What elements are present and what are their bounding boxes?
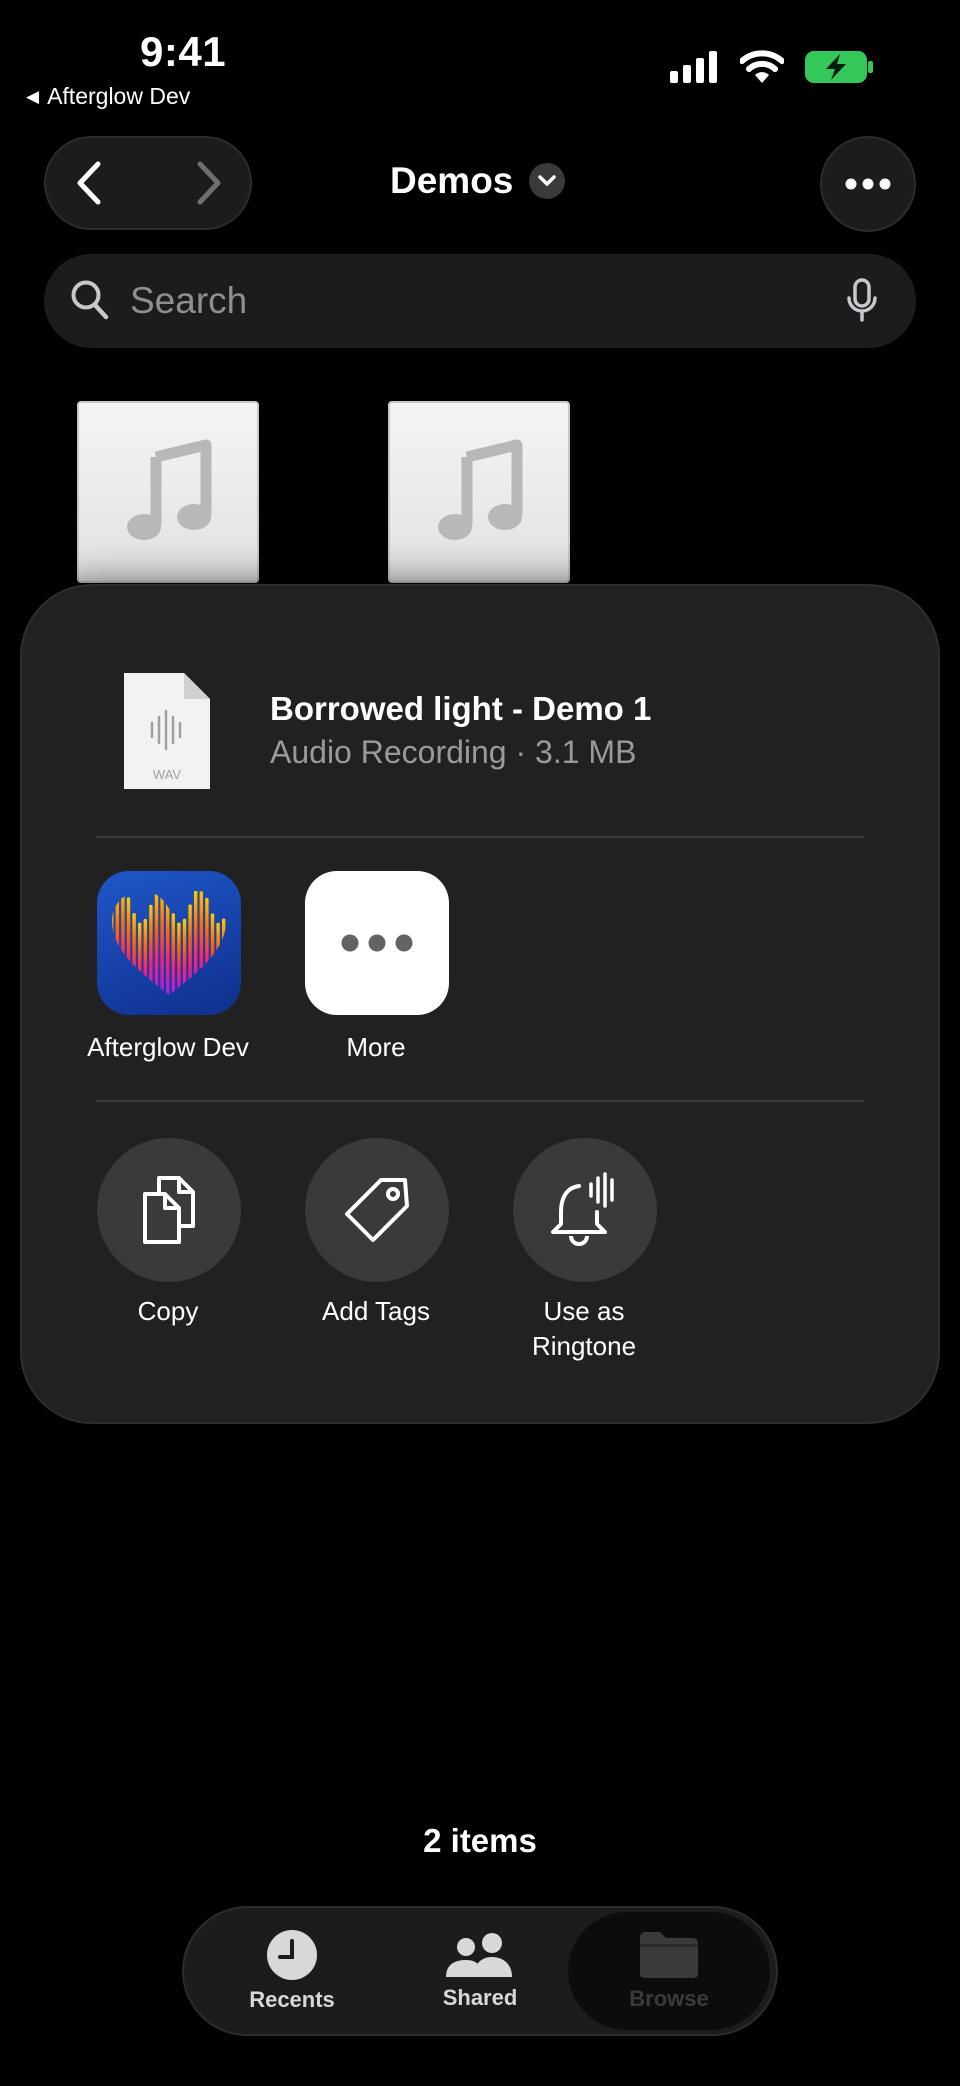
shared-file-meta: Audio Recording · 3.1 MB: [270, 734, 637, 770]
action-label: Copy: [137, 1296, 199, 1326]
add-tags-button[interactable]: [305, 1138, 449, 1282]
heart-bar: [188, 904, 192, 995]
heart-bar: [143, 918, 147, 995]
item-count: 2 items: [423, 1822, 537, 1859]
wifi-icon: [740, 50, 784, 83]
tab-label: Shared: [442, 1985, 518, 2010]
more-apps-button[interactable]: [305, 871, 449, 1015]
heart-bar: [222, 918, 226, 995]
ellipsis-icon: [845, 178, 891, 190]
bell-icon: [551, 1172, 614, 1246]
clock-icon: [267, 1930, 317, 1980]
heart-bar: [177, 922, 181, 995]
afterglow-heart-icon: [112, 891, 231, 995]
folder-icon: [640, 1932, 698, 1978]
heart-bar: [171, 913, 175, 995]
heart-bar: [121, 891, 125, 995]
heart-bar: [160, 891, 164, 995]
heart-bar: [166, 897, 170, 995]
cellular-signal-icon: [670, 51, 717, 83]
afterglow-app-button[interactable]: [97, 871, 241, 1015]
chevron-down-icon: [529, 163, 566, 199]
copy-button[interactable]: [97, 1138, 241, 1282]
heart-bar: [205, 897, 209, 995]
heart-bar: [199, 891, 203, 995]
status-icons: [670, 50, 874, 84]
tab-label: Recents: [249, 1987, 335, 2012]
divider: [96, 1100, 864, 1102]
use-as-ringtone-button[interactable]: [513, 1138, 657, 1282]
tag-icon: [345, 1178, 409, 1242]
app-label: More: [346, 1032, 406, 1062]
action-label: Add Tags: [322, 1296, 430, 1326]
app-label: Afterglow Dev: [87, 1032, 249, 1062]
battery-charging-icon: [805, 51, 873, 83]
file-thumbnail[interactable]: [388, 401, 570, 583]
people-icon: [446, 1933, 512, 1977]
ellipsis-icon: [341, 934, 413, 952]
heart-bar: [182, 918, 187, 995]
heart-bar: [138, 922, 142, 995]
search-input[interactable]: Search: [130, 280, 247, 322]
microphone-icon[interactable]: [846, 278, 878, 324]
file-type-label: WAV: [153, 767, 181, 782]
back-to-app-link[interactable]: ◀ Afterglow Dev: [26, 83, 190, 110]
heart-bar: [132, 912, 136, 995]
shared-file-name: Borrowed light - Demo 1: [270, 690, 652, 727]
heart-bar: [216, 922, 220, 995]
tab-browse[interactable]: Browse: [568, 1912, 770, 2030]
music-note-icon: [127, 439, 212, 540]
action-label: Use as Ringtone: [531, 1296, 637, 1361]
page-title: Demos: [390, 160, 514, 201]
search-icon: [71, 280, 109, 320]
heart-bar: [126, 897, 131, 995]
heart-bar: [149, 904, 153, 995]
heart-bar: [154, 891, 159, 995]
back-triangle-icon: ◀: [26, 86, 40, 106]
file-thumbnail[interactable]: [77, 401, 259, 583]
tab-label: Browse: [629, 1986, 709, 2011]
more-options-button[interactable]: [820, 136, 916, 232]
wav-file-icon: WAV: [124, 673, 210, 789]
back-chevron-icon[interactable]: [70, 160, 110, 206]
tab-recents[interactable]: Recents: [202, 1912, 382, 2030]
back-app-label: Afterglow Dev: [47, 83, 191, 109]
forward-chevron-icon[interactable]: [188, 160, 228, 206]
heart-bar: [194, 891, 198, 995]
copy-icon: [143, 1176, 195, 1244]
divider: [96, 836, 864, 838]
folder-title-menu[interactable]: Demos: [390, 160, 566, 202]
heart-bar: [228, 904, 231, 995]
status-time: 9:41: [140, 28, 227, 75]
heart-bar: [112, 905, 114, 995]
tab-shared[interactable]: Shared: [390, 1912, 570, 2030]
heart-bar: [210, 913, 215, 995]
heart-bar: [115, 891, 120, 995]
music-note-icon: [438, 439, 523, 540]
